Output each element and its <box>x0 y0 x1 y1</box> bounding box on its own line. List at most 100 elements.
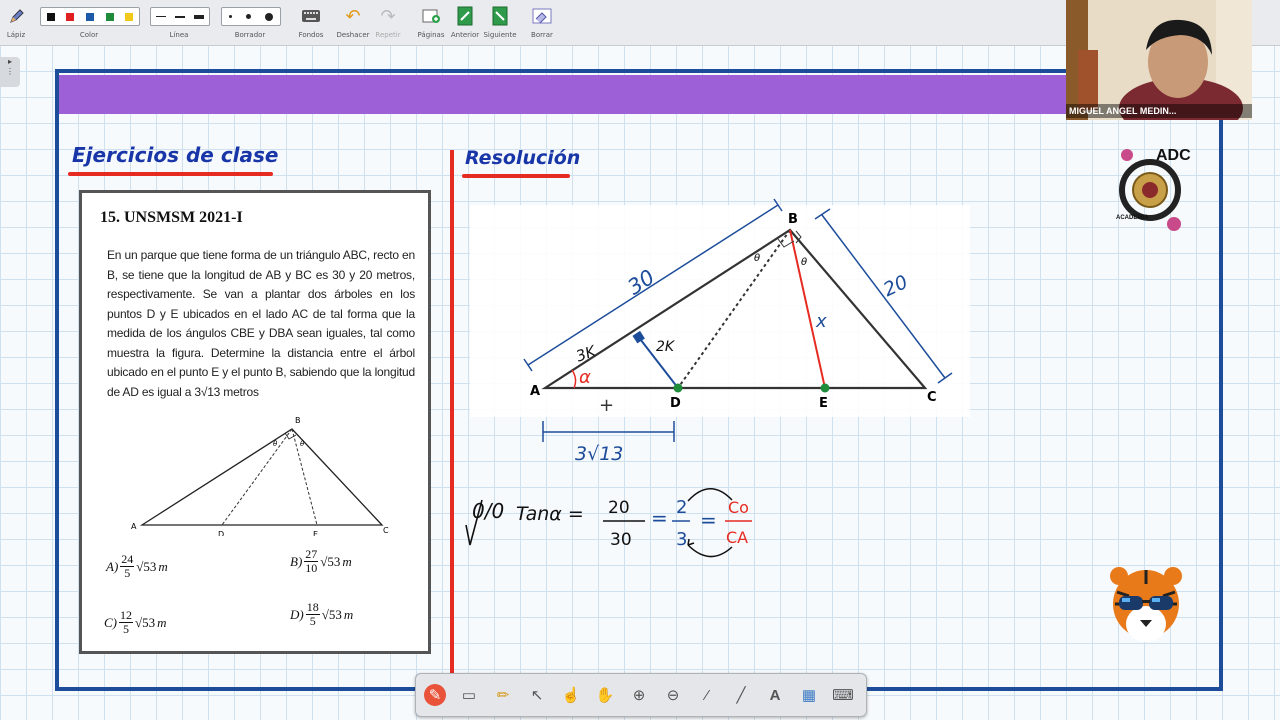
sol-eq-eq2: = <box>700 508 717 532</box>
color-swatch-red[interactable] <box>66 12 75 21</box>
sol-ad-value: 3√13 <box>575 443 623 465</box>
option-b-num: 27 <box>304 547 319 562</box>
fig-label-e: E <box>313 530 318 536</box>
pointer-icon[interactable]: ↖ <box>526 684 548 706</box>
hand-icon[interactable]: ☝ <box>560 684 582 706</box>
fig-label-a: A <box>131 522 137 531</box>
problem-card: 15. UNSMSM 2021-I En un parque que tiene… <box>79 190 431 654</box>
option-a-letter: A) <box>106 558 119 574</box>
solution-drawing: A B C D E θ θ α 30 20 3K 2K x 3√13 + 0/0… <box>465 198 970 558</box>
eraser-size-selector <box>221 7 281 26</box>
tiger-mascot-icon <box>1110 567 1182 642</box>
sol-seg-2k: 2K <box>656 339 676 355</box>
toolbar-label-pages: Páginas <box>417 31 445 39</box>
option-c-den: 5 <box>123 622 129 636</box>
option-b-den: 10 <box>305 561 318 575</box>
option-c[interactable]: C) 12 5 √53 m <box>104 609 167 636</box>
grab-icon[interactable]: ✋ <box>594 684 616 706</box>
fig-label-b: B <box>295 416 301 425</box>
side-panel-tab[interactable]: ▸ ⋮ <box>0 57 20 87</box>
toolbar-label-color: Color <box>79 31 99 39</box>
toolbar-label-previous: Anterior <box>450 31 480 39</box>
clear-icon[interactable] <box>532 6 552 26</box>
fig-label-theta-1: θ <box>273 440 278 448</box>
marker-icon[interactable]: ✏ <box>492 684 514 706</box>
toolbar-label-eraser: Borrador <box>234 31 266 39</box>
sol-eq-num2: 2 <box>676 497 687 518</box>
title-banner <box>59 75 1069 114</box>
undo-icon[interactable]: ↶ <box>343 6 363 26</box>
redo-icon[interactable]: ↷ <box>378 6 398 26</box>
sol-label-alpha: α <box>579 367 591 388</box>
academy-logo: ADC ACADEMIA <box>1112 142 1192 237</box>
problem-statement: En un parque que tiene forma de un trián… <box>107 246 415 402</box>
fig-label-d: D <box>218 530 224 536</box>
keyboard-icon[interactable]: ⌨ <box>832 684 854 706</box>
line-thick-option[interactable] <box>194 14 205 19</box>
eraser-large-option[interactable] <box>265 12 273 21</box>
option-d-den: 5 <box>309 614 316 628</box>
option-d-letter: D) <box>290 606 304 622</box>
color-swatch-yellow[interactable] <box>125 12 134 21</box>
zoom-out-icon[interactable]: ⊖ <box>662 684 684 706</box>
image-icon[interactable]: ▦ <box>798 684 820 706</box>
option-c-num: 12 <box>119 608 133 623</box>
option-a-unit: m <box>158 558 168 574</box>
heading-resolution: Resolución <box>465 147 581 169</box>
option-b-root: √53 <box>320 553 341 569</box>
toolbar-label-pencil: Lápiz <box>6 31 26 39</box>
fig-label-theta-2: θ <box>300 440 305 448</box>
sol-plus: + <box>599 395 614 416</box>
sol-eq-den1: 30 <box>610 530 632 550</box>
option-d-root: √53 <box>321 606 342 622</box>
eraser-small-option[interactable] <box>229 15 232 18</box>
sol-label-d: D <box>670 396 681 411</box>
webcam-participant-name: MIGUEL ANGEL MEDIN... <box>1066 104 1252 118</box>
toolbar-label-next: Siguiente <box>483 31 517 39</box>
line-width-selector <box>150 7 210 26</box>
eraser-icon[interactable]: ▭ <box>458 684 480 706</box>
zoom-in-icon[interactable]: ⊕ <box>628 684 650 706</box>
option-d-unit: m <box>343 606 354 622</box>
previous-page-icon[interactable] <box>455 6 475 26</box>
color-swatch-green[interactable] <box>105 12 114 21</box>
sol-label-e: E <box>819 396 828 411</box>
text-icon[interactable]: A <box>764 684 786 706</box>
option-c-root: √53 <box>135 614 156 630</box>
sol-label-theta-2: θ <box>801 257 807 268</box>
problem-title: 15. UNSMSM 2021-I <box>100 209 243 226</box>
drawing-tools-bar: ✎ ▭ ✏ ↖ ☝ ✋ ⊕ ⊖ ⁄ ╱ A ▦ ⌨ <box>415 673 867 717</box>
pen-icon[interactable]: ✎ <box>424 684 446 706</box>
sol-label-a: A <box>530 384 540 399</box>
option-a-num: 24 <box>120 552 135 567</box>
option-b-unit: m <box>342 553 352 569</box>
logo-text: ADC <box>1156 147 1191 164</box>
color-swatch-black[interactable] <box>46 12 55 21</box>
option-d[interactable]: D) 18 5 √53 m <box>290 601 353 628</box>
option-a-den: 5 <box>124 566 131 580</box>
line-medium-option[interactable] <box>174 15 185 18</box>
eraser-medium-option[interactable] <box>246 14 251 19</box>
sol-label-theta-1: θ <box>754 253 760 264</box>
sol-eq-num3: Co <box>728 498 749 517</box>
toolbar-label-redo: Repetir <box>375 31 401 39</box>
toolbar-label-backgrounds: Fondos <box>298 31 324 39</box>
problem-text-end: metros <box>220 384 259 399</box>
option-b[interactable]: B) 27 10 √53 m <box>290 548 352 575</box>
option-c-unit: m <box>157 614 167 630</box>
fig-label-c: C <box>383 526 389 535</box>
brush-icon[interactable]: ⁄ <box>696 684 718 706</box>
next-page-icon[interactable] <box>490 6 510 26</box>
line-thin-option[interactable] <box>155 16 166 17</box>
keyboard-icon[interactable] <box>301 6 321 26</box>
divider-line <box>450 150 454 675</box>
webcam-video[interactable]: MIGUEL ANGEL MEDIN... <box>1066 0 1252 120</box>
option-a-root: √53 <box>136 558 157 574</box>
option-a[interactable]: A) 24 5 √53 m <box>106 553 168 580</box>
sol-seg-x: x <box>815 311 827 332</box>
line-icon[interactable]: ╱ <box>730 684 752 706</box>
sol-label-c: C <box>927 390 937 405</box>
pencil-icon[interactable] <box>7 6 27 26</box>
color-swatch-blue[interactable] <box>85 12 94 21</box>
pages-icon[interactable] <box>421 6 441 26</box>
